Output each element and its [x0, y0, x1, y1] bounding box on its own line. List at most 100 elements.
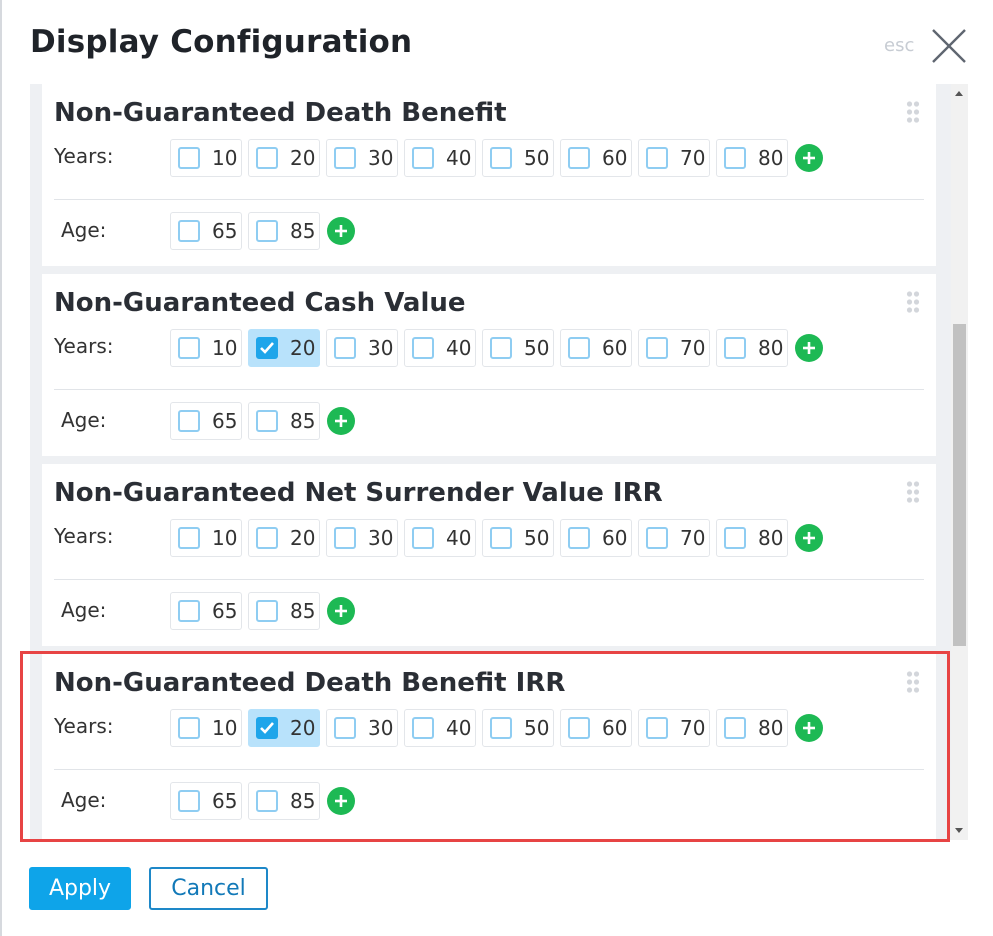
year-option-40[interactable]: 40 — [404, 139, 476, 177]
checkbox[interactable] — [256, 717, 278, 739]
add-year-button[interactable] — [795, 144, 823, 172]
add-year-button[interactable] — [795, 524, 823, 552]
year-option-40[interactable]: 40 — [404, 329, 476, 367]
checkbox[interactable] — [412, 527, 434, 549]
checkbox[interactable] — [256, 600, 278, 622]
checkbox[interactable] — [646, 717, 668, 739]
year-option-80[interactable]: 80 — [716, 709, 788, 747]
age-option-65[interactable]: 65 — [170, 592, 242, 630]
checkbox[interactable] — [490, 527, 512, 549]
checkbox[interactable] — [178, 790, 200, 812]
year-option-60[interactable]: 60 — [560, 139, 632, 177]
checkbox[interactable] — [646, 527, 668, 549]
year-option-30[interactable]: 30 — [326, 519, 398, 557]
year-option-60[interactable]: 60 — [560, 709, 632, 747]
checkbox[interactable] — [568, 147, 590, 169]
age-option-85[interactable]: 85 — [248, 592, 320, 630]
checkbox[interactable] — [256, 527, 278, 549]
year-option-30[interactable]: 30 — [326, 139, 398, 177]
checkbox[interactable] — [334, 717, 356, 739]
year-option-80[interactable]: 80 — [716, 139, 788, 177]
add-age-button[interactable] — [327, 597, 355, 625]
age-option-85[interactable]: 85 — [248, 212, 320, 250]
scroll-up-arrow-icon[interactable] — [955, 91, 963, 96]
checkbox[interactable] — [412, 147, 434, 169]
apply-button[interactable]: Apply — [29, 867, 131, 910]
checkbox[interactable] — [178, 220, 200, 242]
year-option-60[interactable]: 60 — [560, 329, 632, 367]
checkbox[interactable] — [178, 147, 200, 169]
checkbox[interactable] — [724, 147, 746, 169]
checkbox[interactable] — [178, 717, 200, 739]
year-option-50[interactable]: 50 — [482, 519, 554, 557]
option-label: 65 — [212, 789, 238, 813]
age-option-65[interactable]: 65 — [170, 402, 242, 440]
checkbox[interactable] — [490, 147, 512, 169]
year-option-70[interactable]: 70 — [638, 519, 710, 557]
drag-handle[interactable] — [906, 670, 920, 694]
checkbox[interactable] — [724, 527, 746, 549]
year-option-50[interactable]: 50 — [482, 139, 554, 177]
age-option-85[interactable]: 85 — [248, 402, 320, 440]
checkbox[interactable] — [256, 410, 278, 432]
checkbox[interactable] — [256, 337, 278, 359]
year-option-80[interactable]: 80 — [716, 329, 788, 367]
age-option-65[interactable]: 65 — [170, 782, 242, 820]
checkbox[interactable] — [334, 337, 356, 359]
year-option-40[interactable]: 40 — [404, 709, 476, 747]
year-option-10[interactable]: 10 — [170, 139, 242, 177]
drag-handle[interactable] — [906, 480, 920, 504]
checkbox[interactable] — [178, 600, 200, 622]
close-button[interactable] — [930, 27, 968, 65]
checkbox[interactable] — [178, 337, 200, 359]
scrollbar[interactable] — [951, 84, 968, 840]
year-option-20[interactable]: 20 — [248, 519, 320, 557]
add-year-button[interactable] — [795, 714, 823, 742]
checkbox[interactable] — [256, 147, 278, 169]
year-option-40[interactable]: 40 — [404, 519, 476, 557]
year-option-20[interactable]: 20 — [248, 709, 320, 747]
year-option-50[interactable]: 50 — [482, 709, 554, 747]
age-option-85[interactable]: 85 — [248, 782, 320, 820]
year-option-60[interactable]: 60 — [560, 519, 632, 557]
checkbox[interactable] — [724, 717, 746, 739]
year-option-70[interactable]: 70 — [638, 709, 710, 747]
year-option-30[interactable]: 30 — [326, 709, 398, 747]
checkbox[interactable] — [412, 717, 434, 739]
checkbox[interactable] — [646, 147, 668, 169]
year-option-80[interactable]: 80 — [716, 519, 788, 557]
checkbox[interactable] — [412, 337, 434, 359]
checkbox[interactable] — [568, 717, 590, 739]
cancel-button[interactable]: Cancel — [149, 867, 268, 910]
checkbox[interactable] — [568, 337, 590, 359]
year-option-20[interactable]: 20 — [248, 139, 320, 177]
year-option-10[interactable]: 10 — [170, 519, 242, 557]
year-option-10[interactable]: 10 — [170, 709, 242, 747]
scrollbar-thumb[interactable] — [953, 324, 966, 646]
checkbox[interactable] — [178, 410, 200, 432]
drag-handle[interactable] — [906, 290, 920, 314]
year-option-30[interactable]: 30 — [326, 329, 398, 367]
checkbox[interactable] — [646, 337, 668, 359]
add-age-button[interactable] — [327, 787, 355, 815]
year-option-70[interactable]: 70 — [638, 329, 710, 367]
checkbox[interactable] — [568, 527, 590, 549]
year-option-50[interactable]: 50 — [482, 329, 554, 367]
checkbox[interactable] — [256, 790, 278, 812]
year-option-10[interactable]: 10 — [170, 329, 242, 367]
year-option-20[interactable]: 20 — [248, 329, 320, 367]
age-option-65[interactable]: 65 — [170, 212, 242, 250]
checkbox[interactable] — [178, 527, 200, 549]
add-age-button[interactable] — [327, 407, 355, 435]
checkbox[interactable] — [490, 337, 512, 359]
checkbox[interactable] — [256, 220, 278, 242]
checkbox[interactable] — [724, 337, 746, 359]
checkbox[interactable] — [490, 717, 512, 739]
checkbox[interactable] — [334, 527, 356, 549]
add-year-button[interactable] — [795, 334, 823, 362]
drag-handle[interactable] — [906, 100, 920, 124]
add-age-button[interactable] — [327, 217, 355, 245]
scroll-down-arrow-icon[interactable] — [955, 828, 963, 833]
year-option-70[interactable]: 70 — [638, 139, 710, 177]
checkbox[interactable] — [334, 147, 356, 169]
